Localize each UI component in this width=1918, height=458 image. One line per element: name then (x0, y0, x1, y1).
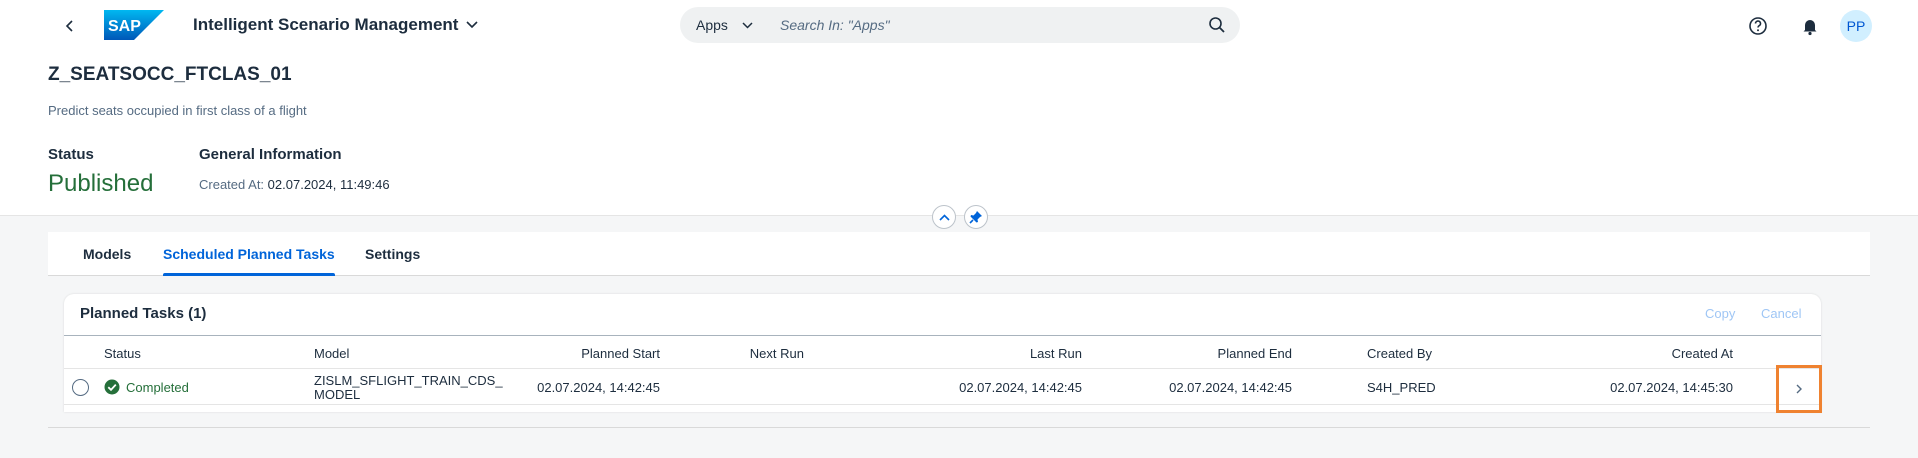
status-label: Status (48, 146, 94, 163)
pin-header-button[interactable] (964, 205, 988, 229)
column-header-next-run[interactable]: Next Run (704, 336, 804, 370)
table-title: Planned Tasks (1) (80, 305, 207, 322)
status-cell: Completed (104, 369, 189, 405)
planned-tasks-table: Planned Tasks (1) Copy Cancel Status Mod… (64, 294, 1821, 412)
row-navigation-button[interactable] (1776, 365, 1822, 413)
cancel-button[interactable]: Cancel (1761, 306, 1801, 321)
created-at-value: 02.07.2024, 11:49:46 (267, 177, 390, 192)
tab-bar: Models Scheduled Planned Tasks Settings (48, 232, 1870, 276)
general-information-label: General Information (199, 146, 342, 163)
chevron-up-icon (938, 213, 950, 221)
chevron-down-icon (466, 21, 479, 29)
search-scope-select[interactable]: Apps (696, 7, 753, 43)
object-page-header: Z_SEATSOCC_FTCLAS_01 Predict seats occup… (0, 52, 1918, 216)
chevron-right-icon (1796, 384, 1802, 394)
created-by-cell: S4H_PRED (1367, 379, 1436, 395)
row-select-radio[interactable] (72, 379, 89, 396)
search-field: Apps (680, 7, 1240, 43)
search-input[interactable] (780, 7, 1180, 43)
avatar[interactable]: PP (1840, 10, 1872, 42)
pin-icon (969, 211, 982, 224)
tab-scheduled-planned-tasks[interactable]: Scheduled Planned Tasks (163, 232, 335, 276)
planned-end-cell: 02.07.2024, 14:42:45 (1169, 379, 1292, 395)
bell-icon[interactable] (1798, 14, 1822, 38)
column-header-created-at[interactable]: Created At (1624, 336, 1733, 370)
divider (48, 427, 1870, 428)
page-subtitle: Predict seats occupied in first class of… (48, 103, 307, 118)
success-icon (104, 379, 120, 395)
status-value: Published (48, 170, 154, 197)
app-title: Intelligent Scenario Management (193, 15, 459, 34)
sap-logo-icon: SAP (104, 10, 164, 40)
next-run-cell (704, 369, 804, 405)
back-button[interactable] (56, 12, 84, 40)
column-header-planned-start[interactable]: Planned Start (484, 336, 660, 370)
chevron-down-icon (742, 21, 753, 29)
search-icon[interactable] (1208, 16, 1226, 34)
column-header-planned-end[interactable]: Planned End (1114, 336, 1292, 370)
last-run-cell: 02.07.2024, 14:42:45 (959, 379, 1082, 395)
column-header-last-run[interactable]: Last Run (884, 336, 1082, 370)
collapse-header-button[interactable] (932, 205, 956, 229)
table-header-row: Status Model Planned Start Next Run Last… (64, 335, 1821, 369)
copy-button[interactable]: Copy (1705, 306, 1735, 321)
created-at-row: Created At: 02.07.2024, 11:49:46 (199, 177, 390, 192)
column-header-status[interactable]: Status (104, 336, 141, 370)
created-at-label: Created At: (199, 177, 265, 192)
app-title-menu[interactable]: Intelligent Scenario Management (193, 15, 479, 35)
created-at-cell: 02.07.2024, 14:45:30 (1610, 379, 1733, 395)
search-scope-label: Apps (696, 17, 728, 33)
sap-logo[interactable]: SAP (104, 10, 164, 40)
chevron-left-icon (65, 20, 73, 32)
column-header-created-by[interactable]: Created By (1367, 336, 1432, 370)
tab-models[interactable]: Models (83, 232, 131, 276)
column-header-model[interactable]: Model (314, 336, 349, 370)
shell-bar: SAP Intelligent Scenario Management Apps… (0, 0, 1918, 52)
status-text: Completed (126, 379, 189, 395)
planned-start-cell: 02.07.2024, 14:42:45 (537, 379, 660, 395)
help-icon[interactable] (1746, 14, 1770, 38)
table-row[interactable]: Completed ZISLM_SFLIGHT_TRAIN_CDS_ MODEL… (64, 369, 1821, 405)
svg-text:SAP: SAP (108, 18, 141, 35)
tab-settings[interactable]: Settings (365, 232, 420, 276)
page-title: Z_SEATSOCC_FTCLAS_01 (48, 64, 292, 85)
